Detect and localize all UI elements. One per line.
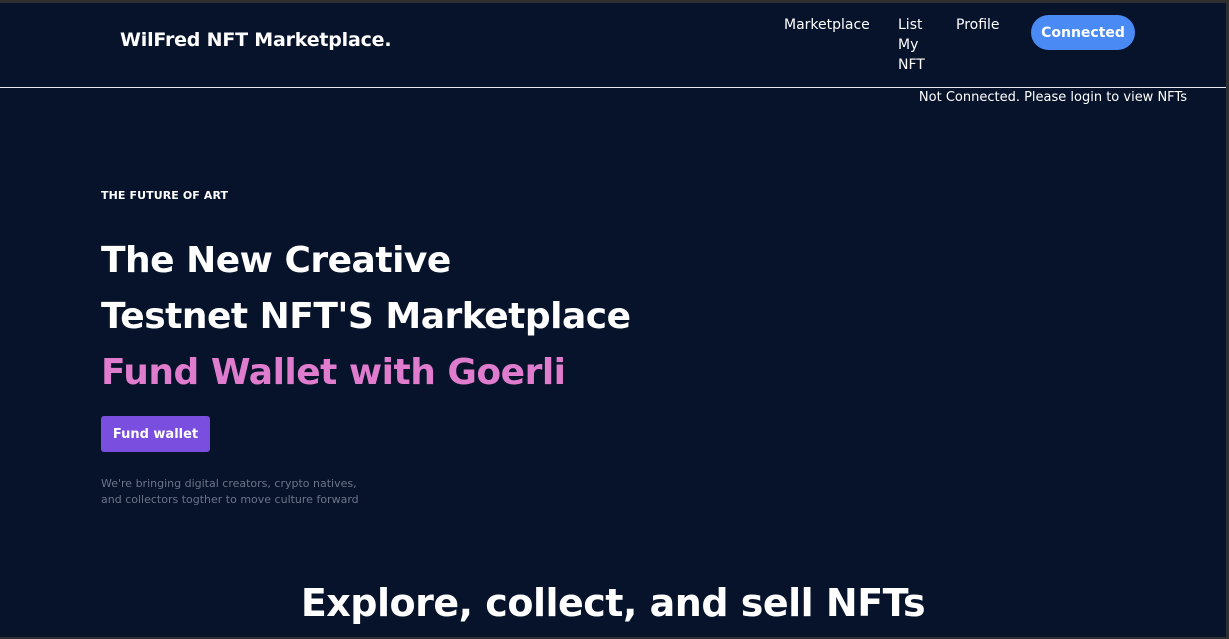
connect-wallet-button[interactable]: Connected — [1031, 15, 1135, 50]
hero-title-accent: Fund Wallet with Goerli — [101, 352, 566, 393]
browser-frame: WilFred NFT Marketplace. Marketplace Lis… — [0, 0, 1229, 639]
connection-status-message: Not Connected. Please login to view NFTs — [918, 90, 1187, 105]
nav-link-profile[interactable]: Profile — [956, 15, 1000, 35]
hero-description-line-2: and collectors togther to move culture f… — [101, 493, 359, 506]
fund-wallet-button[interactable]: Fund wallet — [101, 416, 210, 452]
hero-title-line-2: Testnet NFT'S Marketplace — [101, 296, 631, 337]
nav-link-list-text-1: List — [898, 17, 923, 33]
navbar: WilFred NFT Marketplace. Marketplace Lis… — [0, 3, 1226, 88]
hero-eyebrow: THE FUTURE OF ART — [101, 189, 229, 202]
hero-description: We're bringing digital creators, crypto … — [101, 476, 401, 508]
hero-title: The New Creative Testnet NFT'S Marketpla… — [101, 233, 631, 401]
nav-link-list-my-nft[interactable]: List My NFT — [898, 15, 938, 75]
brand-logo-text[interactable]: WilFred NFT Marketplace. — [120, 29, 392, 51]
explore-section-title: Explore, collect, and sell NFTs — [300, 581, 926, 625]
nav-link-list-text-2: My — [898, 37, 919, 53]
hero-description-line-1: We're bringing digital creators, crypto … — [101, 477, 357, 490]
nav-link-list-text-3: NFT — [898, 57, 925, 73]
nav-link-marketplace[interactable]: Marketplace — [784, 15, 870, 35]
page-viewport: WilFred NFT Marketplace. Marketplace Lis… — [0, 3, 1226, 637]
hero-title-line-1: The New Creative — [101, 240, 451, 281]
